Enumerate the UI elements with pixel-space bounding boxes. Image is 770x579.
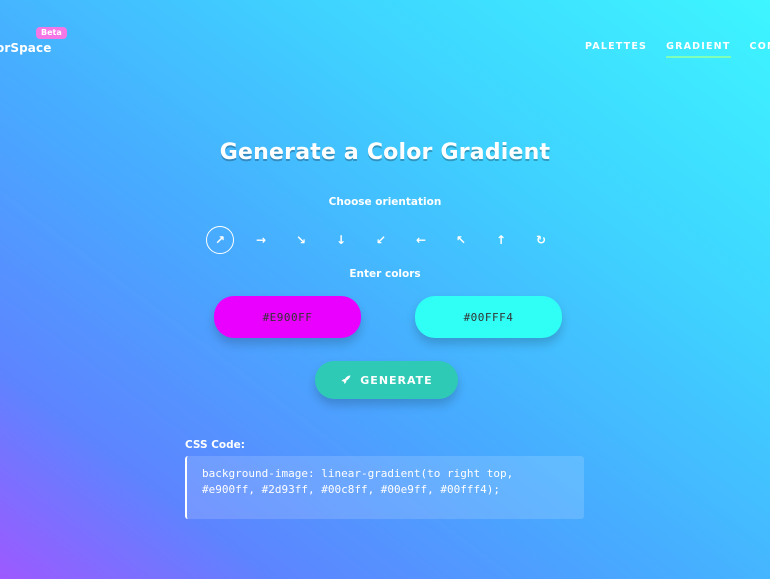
css-code-line: #e900ff, #2d93ff, #00c8ff, #00e9ff, #00f… — [202, 483, 501, 496]
nav-contact[interactable]: CONTA — [750, 41, 770, 58]
css-code-line: background-image: linear-gradient(to rig… — [202, 467, 514, 480]
arrow-down-icon[interactable]: ↓ — [327, 226, 355, 254]
orientation-picker: ↗ → ↘ ↓ ↙ ← ↖ ↑ ↻ — [206, 226, 567, 254]
page-title: Generate a Color Gradient — [219, 140, 551, 165]
arrow-down-right-icon[interactable]: ↘ — [287, 226, 315, 254]
nav-gradient[interactable]: GRADIENT — [666, 41, 731, 58]
generate-button[interactable]: GENERATE — [315, 361, 458, 399]
css-code-block[interactable]: background-image: linear-gradient(to rig… — [185, 456, 584, 519]
generate-label: GENERATE — [360, 373, 433, 387]
colors-label: Enter colors — [349, 268, 421, 280]
radial-icon[interactable]: ↻ — [527, 226, 555, 254]
nav-palettes[interactable]: PALETTES — [585, 41, 647, 58]
beta-badge: Beta — [36, 27, 67, 39]
logo[interactable]: orSpace — [0, 41, 51, 55]
arrow-up-right-icon[interactable]: ↗ — [206, 226, 234, 254]
arrow-left-icon[interactable]: ← — [407, 226, 435, 254]
rocket-icon — [341, 375, 351, 384]
arrow-right-icon[interactable]: → — [247, 226, 275, 254]
color-input-2[interactable] — [415, 296, 562, 338]
css-code-label: CSS Code: — [185, 439, 245, 451]
arrow-up-left-icon[interactable]: ↖ — [447, 226, 475, 254]
main-nav: PALETTES GRADIENT CONTA — [585, 41, 770, 58]
arrow-up-icon[interactable]: ↑ — [487, 226, 515, 254]
orientation-label: Choose orientation — [328, 196, 442, 208]
arrow-down-left-icon[interactable]: ↙ — [367, 226, 395, 254]
color-input-1[interactable] — [214, 296, 361, 338]
